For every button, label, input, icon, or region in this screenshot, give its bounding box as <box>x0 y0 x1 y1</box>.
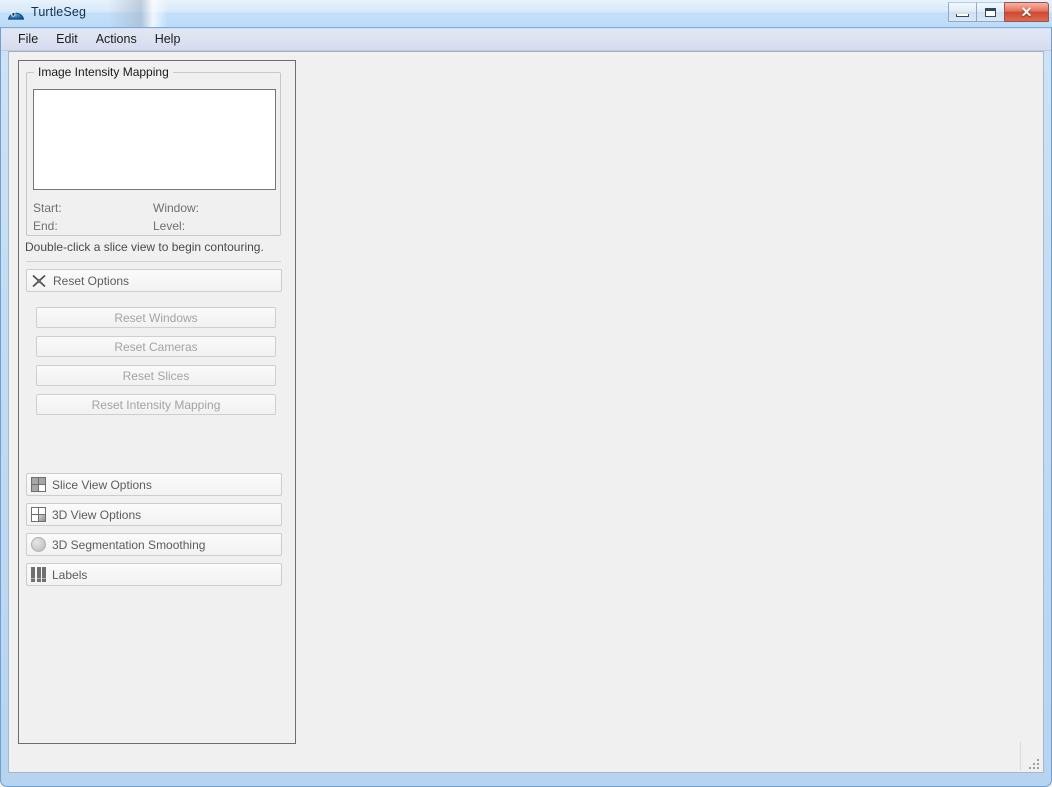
sphere-icon <box>31 537 46 552</box>
application-window: TurtleSeg ✕ File Edit Actions Help Image… <box>0 0 1052 787</box>
close-icon: ✕ <box>1020 4 1033 20</box>
window-title: TurtleSeg <box>31 5 87 19</box>
section-label: Reset Options <box>53 273 130 288</box>
section-label: 3D View Options <box>52 507 142 522</box>
left-tool-panel: Image Intensity Mapping Start: Window: E… <box>18 60 296 744</box>
image-intensity-mapping-group: Image Intensity Mapping Start: Window: E… <box>26 65 281 236</box>
menu-bar: File Edit Actions Help <box>1 29 1051 51</box>
labels-bars-icon <box>31 567 46 582</box>
section-header-reset-options[interactable]: Reset Options <box>26 269 282 292</box>
start-label: Start: <box>33 201 62 215</box>
resize-grip[interactable] <box>1026 756 1039 769</box>
group-title: Image Intensity Mapping <box>34 65 173 79</box>
menu-item-help[interactable]: Help <box>146 29 190 50</box>
menu-item-file[interactable]: File <box>9 29 47 50</box>
reset-slices-button[interactable]: Reset Slices <box>36 365 276 386</box>
quad-view-icon <box>31 477 46 492</box>
maximize-button[interactable] <box>976 2 1005 22</box>
hint-separator <box>26 261 281 262</box>
menu-item-actions[interactable]: Actions <box>87 29 146 50</box>
section-label: Labels <box>52 567 88 582</box>
reset-windows-button[interactable]: Reset Windows <box>36 307 276 328</box>
minimize-button[interactable] <box>948 2 977 22</box>
quad-3d-view-icon <box>31 507 46 522</box>
maximize-icon <box>985 7 996 17</box>
title-bar[interactable]: TurtleSeg ✕ <box>0 0 1052 28</box>
section-header-slice-view-options[interactable]: Slice View Options <box>26 473 282 496</box>
main-view-area[interactable] <box>305 52 1045 772</box>
minimize-icon <box>956 13 969 17</box>
window-label: Window: <box>153 201 200 215</box>
level-label: Level: <box>153 219 186 233</box>
client-area: Image Intensity Mapping Start: Window: E… <box>8 51 1044 773</box>
reset-cameras-button[interactable]: Reset Cameras <box>36 336 276 357</box>
turtle-shell-icon <box>7 11 25 20</box>
section-label: Slice View Options <box>52 477 152 492</box>
section-header-3d-segmentation-smoothing[interactable]: 3D Segmentation Smoothing <box>26 533 282 556</box>
status-separator <box>1020 742 1021 770</box>
reset-cross-icon <box>32 274 46 287</box>
section-label: 3D Segmentation Smoothing <box>52 537 206 552</box>
window-controls: ✕ <box>948 2 1049 22</box>
section-header-3d-view-options[interactable]: 3D View Options <box>26 503 282 526</box>
intensity-histogram-canvas[interactable] <box>33 89 276 190</box>
close-button[interactable]: ✕ <box>1004 2 1049 22</box>
end-label: End: <box>33 219 58 233</box>
menu-item-edit[interactable]: Edit <box>47 29 87 50</box>
contour-hint-text: Double-click a slice view to begin conto… <box>25 240 264 254</box>
reset-intensity-mapping-button[interactable]: Reset Intensity Mapping <box>36 394 276 415</box>
section-header-labels[interactable]: Labels <box>26 563 282 586</box>
